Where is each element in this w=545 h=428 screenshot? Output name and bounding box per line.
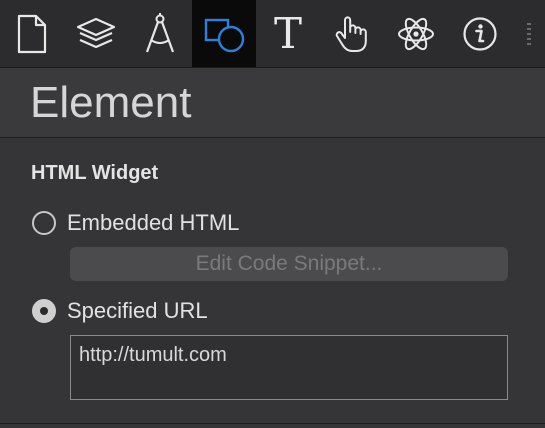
info-icon	[462, 16, 498, 52]
divider	[0, 423, 545, 424]
shapes-icon	[202, 14, 246, 54]
hand-pointer-icon	[333, 14, 371, 54]
url-field[interactable]: http://tumult.com	[70, 335, 508, 400]
layers-icon	[74, 15, 118, 53]
section-title: HTML Widget	[31, 162, 159, 184]
specified-url-option[interactable]: Specified URL	[32, 296, 208, 326]
toolbar-grip-icon[interactable]	[526, 22, 532, 46]
specified-url-label: Specified URL	[67, 298, 208, 323]
inspector-toolbar: T	[0, 0, 545, 68]
specified-url-radio[interactable]	[32, 299, 56, 323]
embedded-html-label: Embedded HTML	[67, 210, 240, 235]
tab-actions[interactable]	[320, 0, 384, 67]
tab-typography[interactable]: T	[256, 0, 320, 67]
tab-document[interactable]	[0, 0, 64, 67]
tab-metrics[interactable]	[128, 0, 192, 67]
inspector-panel: T Element HTML Widget Embedded HTML Edit…	[0, 0, 545, 428]
text-icon: T	[273, 8, 302, 58]
document-icon	[15, 14, 49, 54]
tab-scenes[interactable]	[64, 0, 128, 67]
embedded-html-option[interactable]: Embedded HTML	[32, 208, 239, 238]
tab-element[interactable]	[192, 0, 256, 67]
tab-identity[interactable]	[448, 0, 512, 67]
tab-physics[interactable]	[384, 0, 448, 67]
page-title: Element	[30, 78, 192, 127]
compass-icon	[143, 12, 177, 56]
edit-code-snippet-button[interactable]: Edit Code Snippet...	[70, 247, 508, 281]
inspector-header: Element	[0, 68, 545, 138]
embedded-html-radio[interactable]	[32, 211, 56, 235]
atom-icon	[396, 14, 436, 54]
